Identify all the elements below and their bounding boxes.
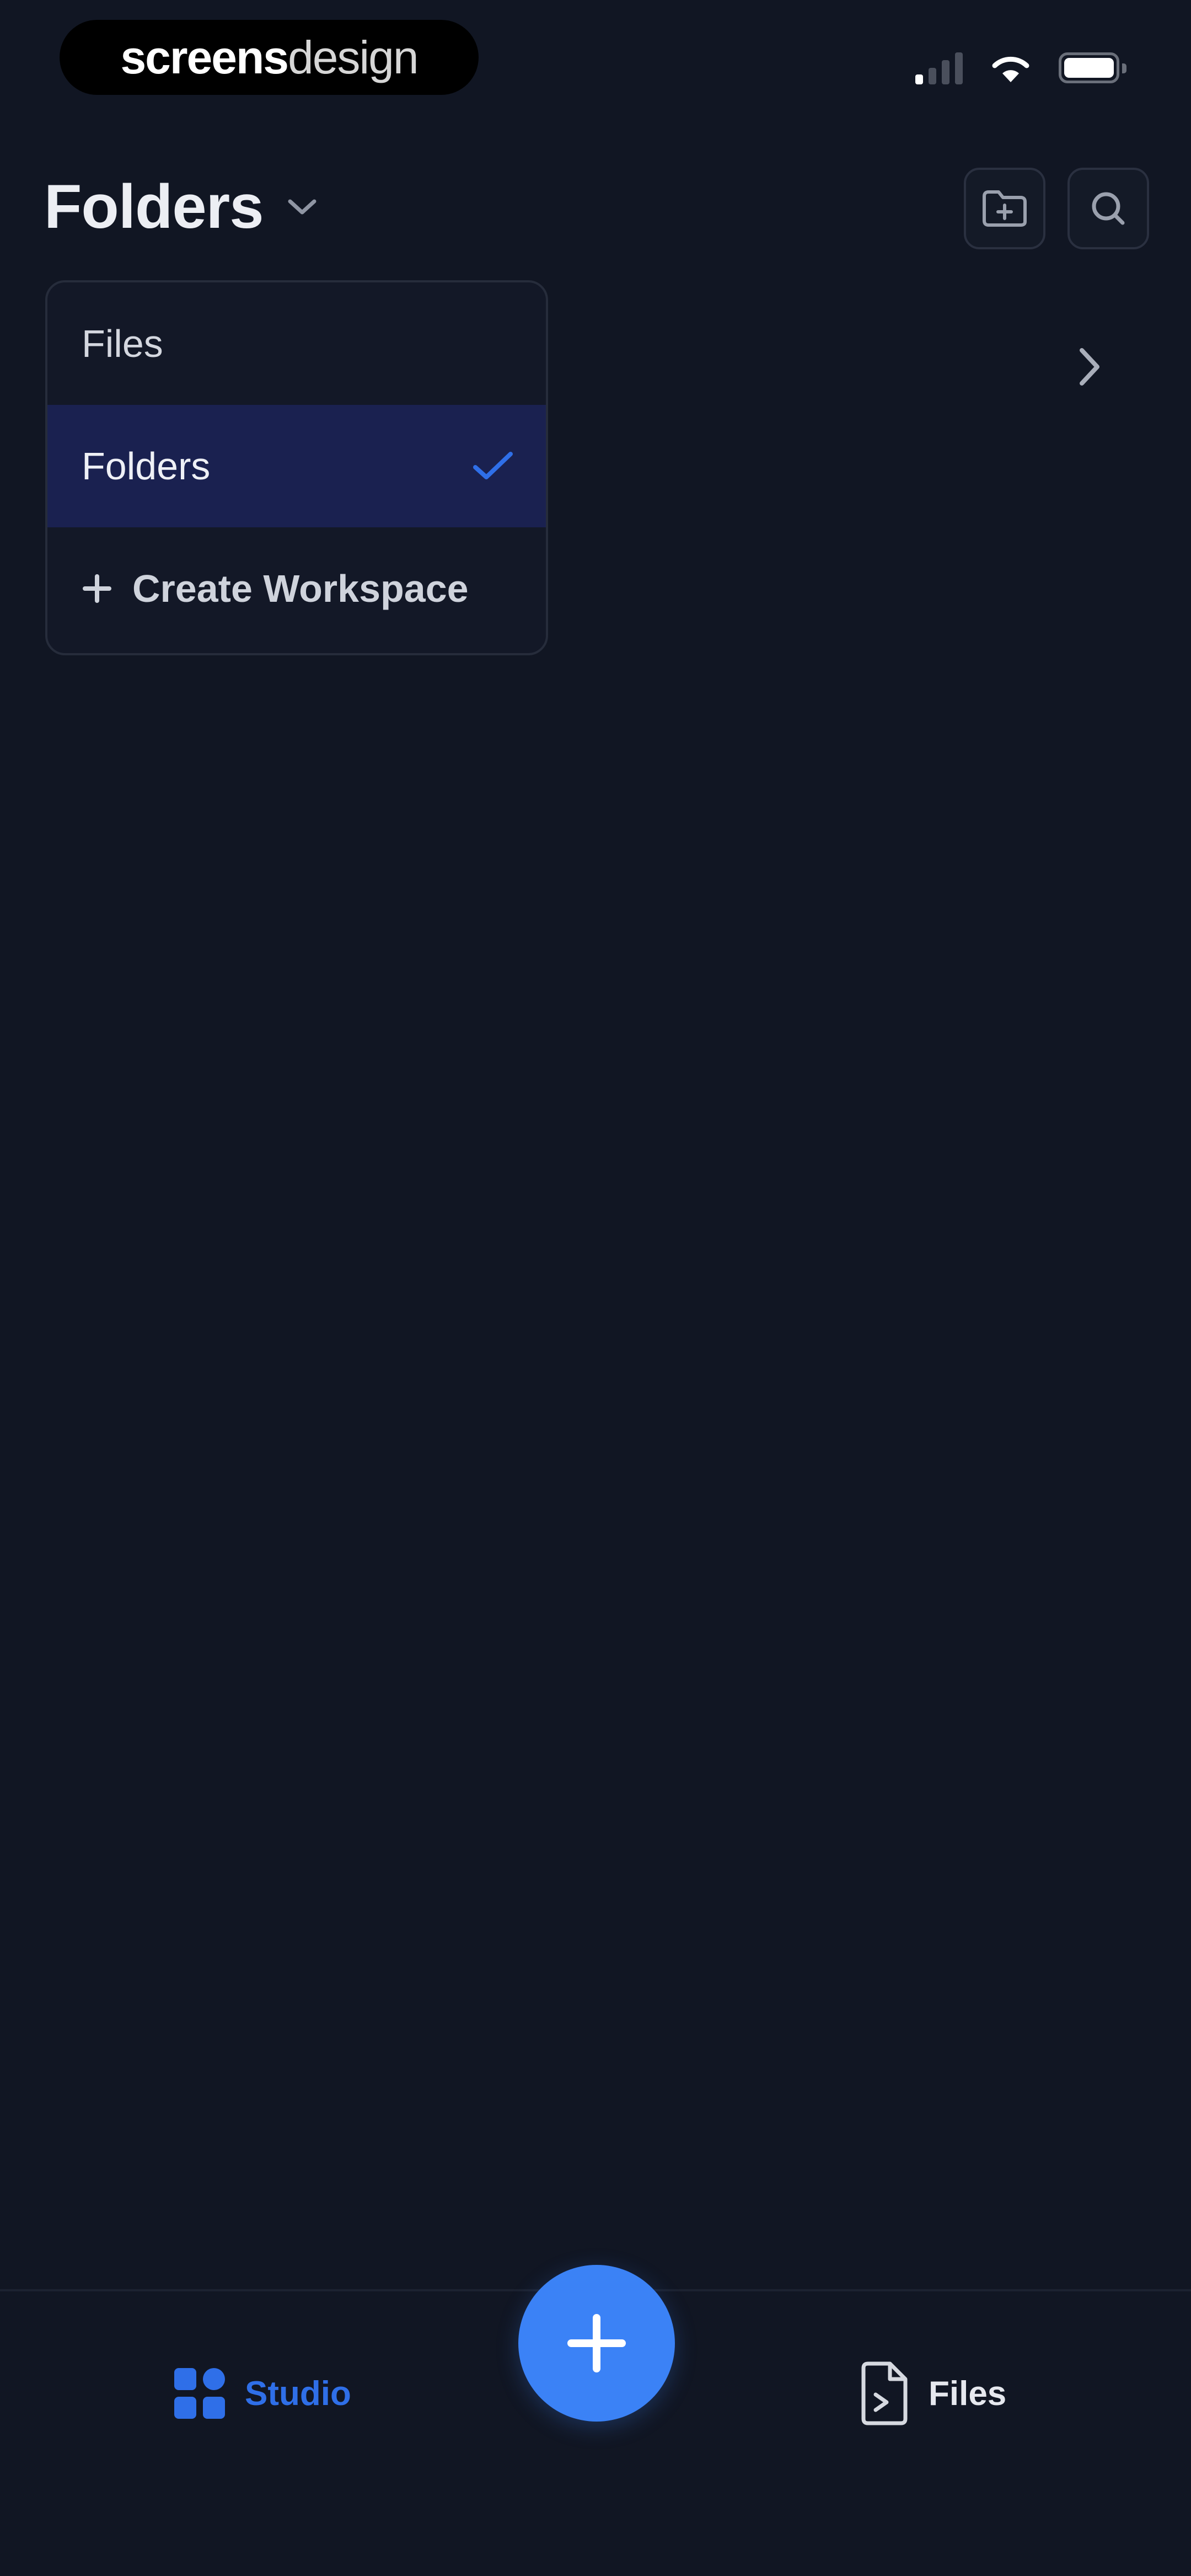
cellular-signal-icon — [915, 51, 963, 84]
search-icon — [1092, 192, 1125, 225]
create-workspace-button[interactable]: Create Workspace — [47, 527, 546, 650]
folder-plus-icon — [983, 190, 1027, 227]
file-icon — [861, 2361, 908, 2425]
tab-studio-label: Studio — [245, 2374, 351, 2413]
dropdown-item-files[interactable]: Files — [47, 282, 546, 405]
plus-icon — [83, 574, 111, 603]
add-button[interactable] — [518, 2265, 675, 2422]
bottom-nav: Studio Files — [0, 2265, 1191, 2576]
status-icons — [915, 49, 1126, 87]
new-folder-button[interactable] — [964, 168, 1045, 249]
battery-icon — [1059, 52, 1126, 83]
tab-files-label: Files — [929, 2374, 1007, 2413]
dropdown-item-folders[interactable]: Folders — [47, 405, 546, 527]
chevron-down-icon — [288, 199, 316, 214]
plus-icon — [567, 2314, 626, 2372]
wifi-icon — [992, 56, 1029, 82]
header-actions — [964, 168, 1149, 249]
workspace-switcher[interactable]: Folders — [44, 171, 319, 242]
tab-studio[interactable]: Studio — [172, 2358, 351, 2429]
row-chevron-button[interactable] — [1070, 342, 1109, 392]
create-workspace-label: Create Workspace — [132, 567, 469, 610]
status-bar: screens design — [0, 0, 1191, 132]
chevron-right-icon — [1080, 348, 1099, 386]
checkmark-icon — [473, 452, 513, 479]
dropdown-item-label: Folders — [82, 445, 211, 488]
brand-logo-bold: screens — [120, 31, 289, 83]
brand-logo: screens design — [60, 20, 479, 95]
dropdown-item-label: Files — [82, 322, 163, 365]
tab-files[interactable]: Files — [858, 2358, 1006, 2429]
view-dropdown-menu: Files Folders Create Workspace — [45, 280, 548, 655]
search-button[interactable] — [1067, 168, 1149, 249]
app-screen: screens design Folders Files Folders Cre… — [0, 0, 1191, 2576]
grid-icon — [174, 2368, 225, 2419]
brand-logo-light: design — [288, 31, 419, 83]
page-title: Folders — [44, 172, 264, 241]
page-header: Folders — [0, 149, 1191, 270]
